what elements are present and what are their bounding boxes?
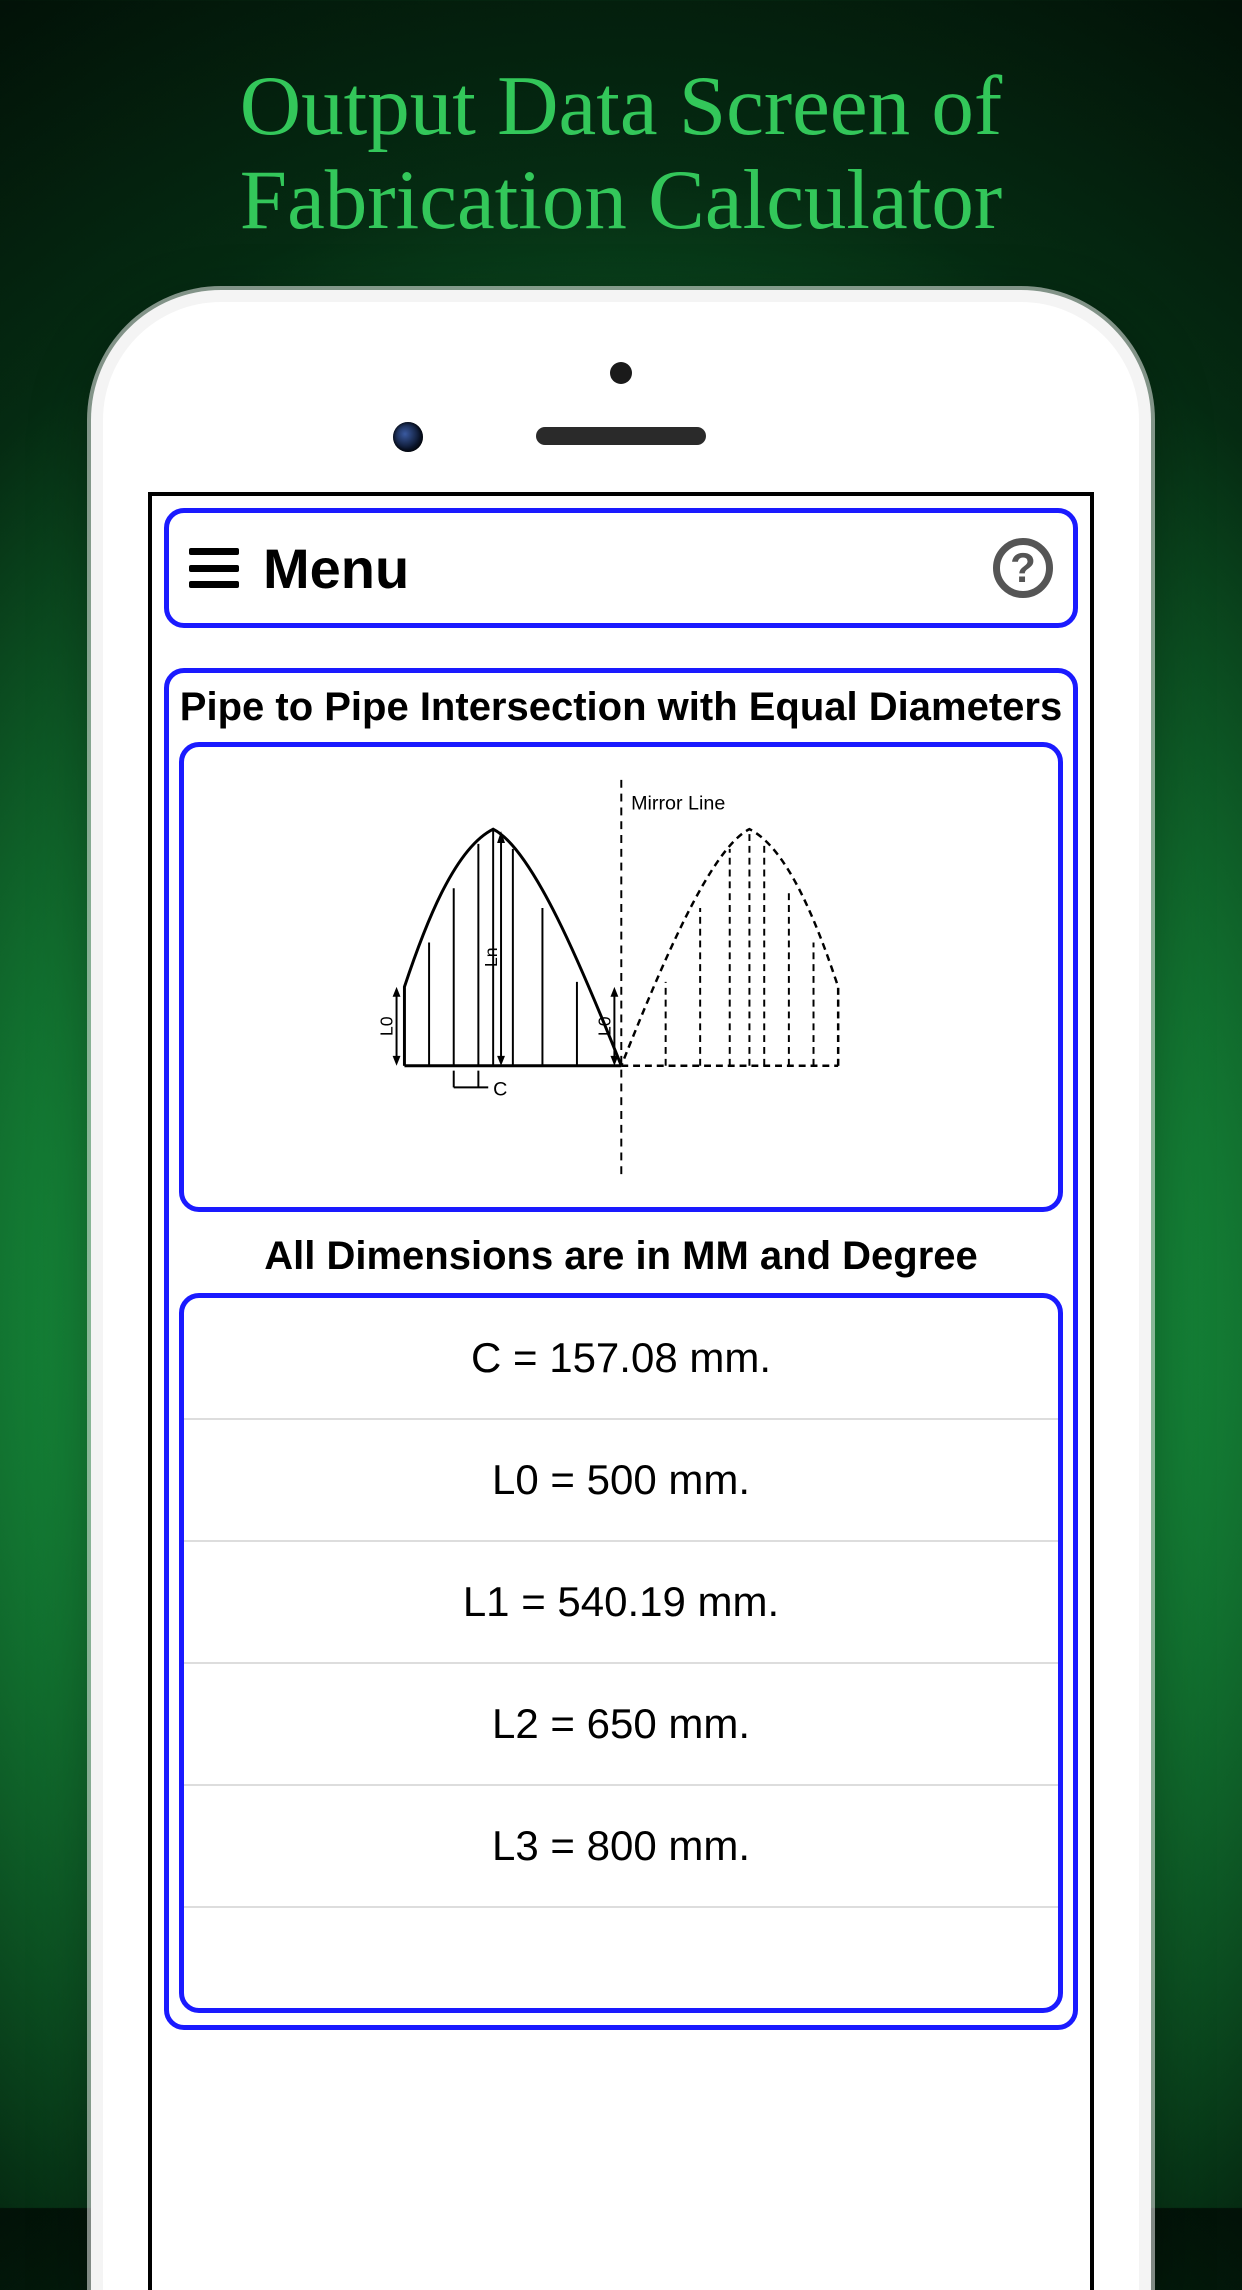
c-label: C [493,1078,507,1100]
speaker-slot [536,427,706,445]
result-row: L0 = 500 mm. [184,1420,1058,1542]
promo-line-1: Output Data Screen of [240,59,1002,153]
pipe-diagram: Mirror Line [228,770,1015,1184]
hamburger-icon[interactable] [189,548,239,588]
app-header: Menu ? [164,508,1078,628]
result-row-empty [184,1908,1058,2008]
menu-label[interactable]: Menu [263,536,409,601]
result-row: L3 = 800 mm. [184,1786,1058,1908]
l0-label-left: L0 [376,1016,396,1036]
phone-inner: Menu ? Pipe to Pipe Intersection with Eq… [103,302,1139,2290]
output-card: Pipe to Pipe Intersection with Equal Dia… [164,668,1078,2030]
mirror-label: Mirror Line [631,792,725,814]
sensor-dot [610,362,632,384]
card-title: Pipe to Pipe Intersection with Equal Dia… [179,685,1063,730]
app-screen: Menu ? Pipe to Pipe Intersection with Eq… [148,492,1094,2290]
result-row: C = 157.08 mm. [184,1298,1058,1420]
camera-dot [393,422,423,452]
ln-label: Ln [481,947,501,967]
help-icon[interactable]: ? [993,538,1053,598]
result-row: L1 = 540.19 mm. [184,1542,1058,1664]
promo-title: Output Data Screen of Fabrication Calcul… [0,0,1242,247]
results-box: C = 157.08 mm. L0 = 500 mm. L1 = 540.19 … [179,1293,1063,2013]
l0-label-center: L0 [594,1016,614,1036]
dimensions-note: All Dimensions are in MM and Degree [179,1234,1063,1279]
diagram-box: Mirror Line [179,742,1063,1212]
phone-frame: Menu ? Pipe to Pipe Intersection with Eq… [91,290,1151,2290]
result-row: L2 = 650 mm. [184,1664,1058,1786]
promo-line-2: Fabrication Calculator [240,153,1002,247]
